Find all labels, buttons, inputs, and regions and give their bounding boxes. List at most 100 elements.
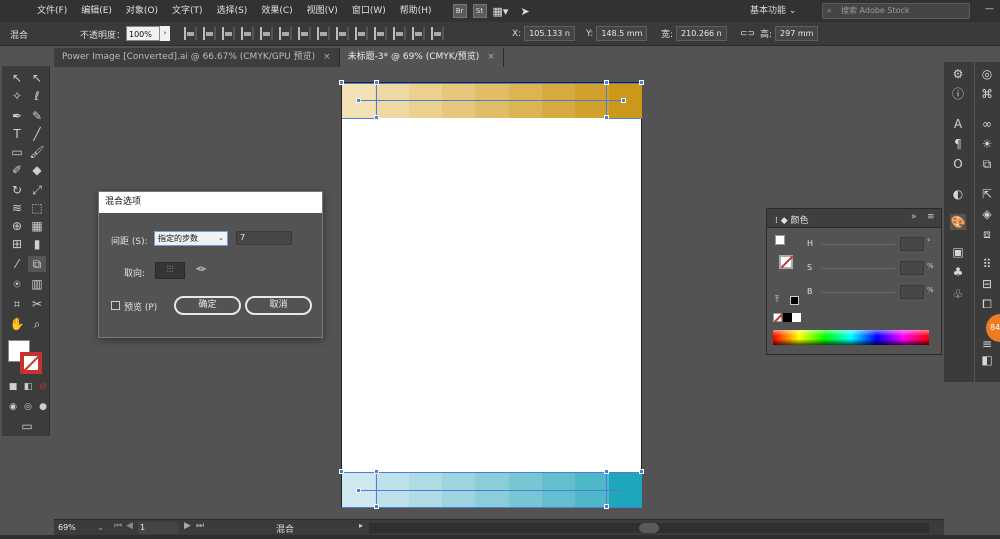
menu-file[interactable]: 文件(F) xyxy=(30,0,74,22)
menu-type[interactable]: 文字(T) xyxy=(165,0,210,22)
curvature-tool-icon[interactable]: ✎ xyxy=(28,108,46,124)
saturation-input[interactable] xyxy=(900,261,924,275)
preview-label[interactable]: 预览 (P) xyxy=(124,300,157,313)
x-input[interactable]: 105.133 n xyxy=(524,26,575,41)
lasso-icon[interactable]: ℓ xyxy=(28,88,46,104)
y-input[interactable]: 148.5 mm xyxy=(596,26,648,41)
panel-menu-icon[interactable]: ≡ xyxy=(927,212,935,222)
shaper-tool-icon[interactable]: ✐ xyxy=(8,162,26,178)
fill-swatch[interactable] xyxy=(775,235,785,245)
image-trace-icon[interactable]: ▣ xyxy=(950,244,966,260)
out-of-gamut-icon[interactable]: ⤒ xyxy=(775,295,779,305)
workspace-switcher[interactable]: 基本功能 ⌄ xyxy=(750,3,796,16)
club-icon[interactable]: ♧ xyxy=(950,286,966,302)
distribute-hcenter-icon[interactable] xyxy=(374,27,387,40)
pathfinder-icon[interactable]: ⧠ xyxy=(979,296,995,312)
selection-handle[interactable] xyxy=(339,80,344,85)
info-icon[interactable]: ⓘ xyxy=(950,86,966,102)
scrollbar-thumb[interactable] xyxy=(639,523,659,533)
menu-edit[interactable]: 编辑(E) xyxy=(74,0,119,22)
libraries-icon[interactable]: ⌘ xyxy=(979,86,995,102)
height-input[interactable]: 297 mm xyxy=(775,26,819,41)
hand-tool-icon[interactable]: ✋ xyxy=(8,316,26,332)
menu-object[interactable]: 对象(O) xyxy=(119,0,165,22)
reference-point-icon[interactable] xyxy=(431,27,444,40)
magic-wand-icon[interactable]: ✧ xyxy=(8,88,26,104)
mesh-tool-icon[interactable]: ⊞ xyxy=(8,236,26,252)
type-tool-icon[interactable]: T xyxy=(8,126,26,142)
eyedropper-icon[interactable]: ⁄ xyxy=(8,256,26,272)
properties-icon[interactable]: ⚙ xyxy=(950,66,966,82)
stroke-swatch[interactable] xyxy=(20,352,42,374)
line-tool-icon[interactable]: ╱ xyxy=(28,126,46,142)
stock-search-input[interactable]: ⌕ 搜索 Adobe Stock xyxy=(822,3,970,19)
align-to-page-icon[interactable]: ⫶⫶⫶ xyxy=(155,262,185,279)
selection-handle[interactable] xyxy=(604,504,609,509)
scale-tool-icon[interactable]: ⤢ xyxy=(28,182,46,198)
selection-handle[interactable] xyxy=(639,80,644,85)
selection-handle[interactable] xyxy=(639,469,644,474)
color-spectrum[interactable] xyxy=(773,330,929,345)
brightness-input[interactable] xyxy=(900,285,924,299)
width-input[interactable]: 210.266 n xyxy=(676,26,727,41)
menu-effect[interactable]: 效果(C) xyxy=(254,0,299,22)
black-swatch[interactable] xyxy=(783,313,792,322)
draw-inside-icon[interactable]: ● xyxy=(34,399,52,415)
paintbrush-icon[interactable]: 🖌 xyxy=(28,144,46,160)
pen-tool-icon[interactable]: ✒ xyxy=(8,108,26,124)
distribute-top-icon[interactable] xyxy=(298,27,311,40)
align-center-v-icon[interactable] xyxy=(260,27,273,40)
gradient-icon[interactable]: ⧉ xyxy=(979,156,995,172)
distribute-right-icon[interactable] xyxy=(393,27,406,40)
anchor-point[interactable] xyxy=(621,98,626,103)
artboard[interactable] xyxy=(339,80,644,509)
status-text[interactable]: 混合 xyxy=(276,522,294,535)
appearance-icon[interactable]: ◧ xyxy=(979,352,995,368)
align-bottom-icon[interactable] xyxy=(279,27,292,40)
align-panel-icon[interactable]: ⊟ xyxy=(979,276,995,292)
selection-handle[interactable] xyxy=(374,469,379,474)
layers-icon[interactable]: ◈ xyxy=(979,206,995,222)
align-right-icon[interactable] xyxy=(222,27,235,40)
anchor-point[interactable] xyxy=(356,98,361,103)
selection-tool-icon[interactable]: ↖ xyxy=(8,70,26,86)
spacing-select[interactable]: 指定的步数 ⌄ xyxy=(154,231,228,246)
close-icon[interactable]: × xyxy=(323,52,331,62)
menu-view[interactable]: 视图(V) xyxy=(300,0,345,22)
screen-mode-icon[interactable]: ▭ xyxy=(18,418,36,434)
selection-handle[interactable] xyxy=(604,115,609,120)
align-to-icon[interactable] xyxy=(412,27,425,40)
brightness-slider[interactable] xyxy=(821,292,895,293)
swatches-icon[interactable]: ⠿ xyxy=(979,256,995,272)
arrange-documents-icon[interactable]: ▦▾ xyxy=(493,5,509,18)
color-panel-header[interactable]: ⁞ ◆ 颜色 » ≡ xyxy=(767,209,941,228)
selection-handle[interactable] xyxy=(339,469,344,474)
anchor-point[interactable] xyxy=(356,488,361,493)
paragraph-icon[interactable]: ¶ xyxy=(950,136,966,152)
selection-handle[interactable] xyxy=(374,80,379,85)
gradient-tool-icon[interactable]: ▮ xyxy=(28,236,46,252)
preview-checkbox[interactable] xyxy=(111,301,120,310)
close-icon[interactable]: × xyxy=(487,52,495,62)
hue-slider[interactable] xyxy=(821,244,895,245)
align-left-icon[interactable] xyxy=(184,27,197,40)
saturation-slider[interactable] xyxy=(821,268,895,269)
shape-builder-icon[interactable]: ⊕ xyxy=(8,218,26,234)
artboards-icon[interactable]: ⧈ xyxy=(979,226,995,242)
ok-button[interactable]: 确定 xyxy=(174,296,241,315)
symbol-sprayer-icon[interactable]: ⍟ xyxy=(8,276,26,292)
slice-tool-icon[interactable]: ✂ xyxy=(28,296,46,312)
column-graph-icon[interactable]: ▥ xyxy=(28,276,46,292)
character-icon[interactable]: A xyxy=(950,116,966,132)
menu-window[interactable]: 窗口(W) xyxy=(345,0,393,22)
menu-select[interactable]: 选择(S) xyxy=(210,0,255,22)
link-proportions-icon[interactable]: ⊂⊃ xyxy=(740,29,755,39)
transparency-icon[interactable]: ◐ xyxy=(950,186,966,202)
page-input[interactable]: 1 xyxy=(138,522,178,534)
dialog-title[interactable]: 混合选项 xyxy=(99,192,322,213)
symbols-icon[interactable]: ♣ xyxy=(950,264,966,280)
horizontal-scrollbar[interactable] xyxy=(369,523,929,533)
stroke-icon[interactable]: ☀ xyxy=(979,136,995,152)
direct-selection-tool-icon[interactable]: ↖ xyxy=(28,70,46,86)
selection-handle[interactable] xyxy=(604,469,609,474)
